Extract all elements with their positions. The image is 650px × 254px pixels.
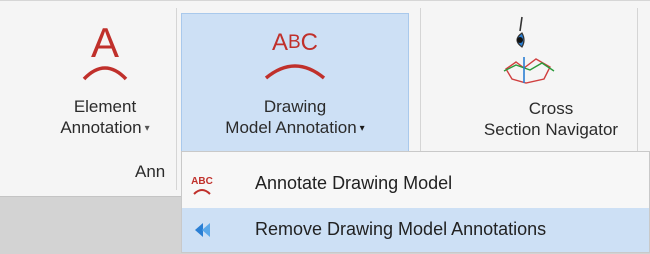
drawing-model-annotation-menu: ABC Annotate Drawing Model Remove Drawin… (181, 151, 650, 253)
menu-item-label: Annotate Drawing Model (255, 173, 453, 193)
letter-a-arc-icon: A (82, 19, 128, 81)
menu-item-label: Remove Drawing Model Annotations (255, 219, 547, 239)
cross-section-eye-icon (503, 16, 555, 84)
svg-text:ABC: ABC (191, 176, 213, 187)
element-annotation-button[interactable]: A Element Annotation ▾ (40, 13, 170, 158)
drawing-model-annotation-label-line2: Model Annotation ▾ (225, 118, 365, 137)
chevron-down-icon: ▾ (144, 123, 150, 134)
abc-arc-icon: ABC (191, 176, 213, 195)
menu-item-annotate-drawing-model[interactable]: ABC Annotate Drawing Model (182, 162, 649, 206)
double-arrow-back-icon (195, 223, 210, 237)
separator (176, 8, 177, 190)
drawing-model-annotation-button[interactable]: ABC Drawing Model Annotation ▾ (181, 13, 409, 158)
cross-section-label-line1: Cross (528, 99, 574, 118)
element-annotation-label-line1: Element (73, 97, 137, 116)
menu-item-remove-drawing-model-annotations[interactable]: Remove Drawing Model Annotations (182, 208, 649, 252)
svg-text:ABC: ABC (272, 29, 318, 56)
svg-text:A: A (91, 19, 119, 66)
ribbon-top-border (0, 0, 650, 1)
abc-arc-icon: ABC (264, 29, 326, 80)
cross-section-navigator-button[interactable]: Cross Section Navigator (476, 13, 626, 158)
chevron-down-icon: ▾ (359, 123, 365, 134)
drawing-model-annotation-label-line1: Drawing (263, 97, 327, 116)
element-annotation-label-line2: Annotation ▾ (60, 118, 150, 137)
ribbon-group-label: Ann (135, 162, 166, 181)
cross-section-label-line2: Section Navigator (483, 120, 619, 139)
